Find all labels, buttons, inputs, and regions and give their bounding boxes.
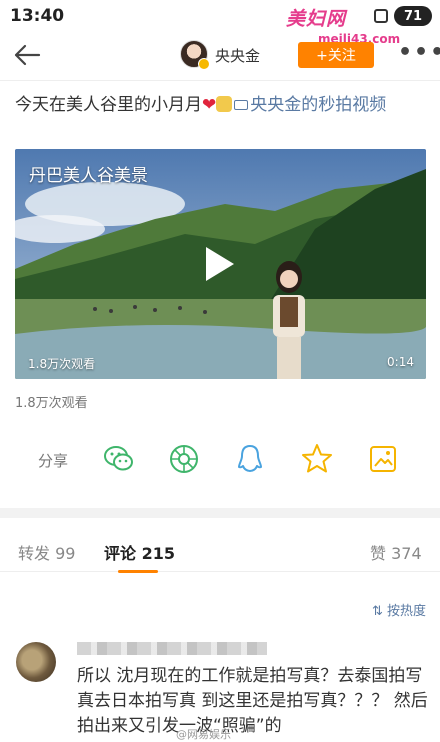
tab-likes-label: 赞 bbox=[370, 544, 387, 563]
share-label: 分享 bbox=[38, 452, 69, 470]
engagement-tabs: 转发 99 评论 215 赞 374 bbox=[0, 518, 440, 573]
video-duration: 0:14 bbox=[387, 355, 414, 369]
vibrate-icon bbox=[374, 9, 388, 23]
tab-comments[interactable]: 评论 215 bbox=[104, 540, 175, 564]
sort-label: 按热度 bbox=[386, 604, 426, 619]
moments-icon[interactable] bbox=[167, 442, 201, 476]
qq-icon[interactable] bbox=[233, 442, 267, 476]
tab-comments-label: 评论 bbox=[104, 544, 137, 563]
verified-badge-icon bbox=[198, 58, 210, 70]
top-nav: 央央金 +关注 ••• bbox=[0, 32, 440, 78]
tab-comments-count: 215 bbox=[141, 544, 175, 563]
qzone-icon[interactable] bbox=[300, 442, 334, 476]
video-player[interactable]: 丹巴美人谷美景 1.8万次观看 0:14 bbox=[15, 149, 426, 379]
tab-repost[interactable]: 转发 99 bbox=[18, 540, 75, 564]
save-image-icon[interactable] bbox=[366, 442, 400, 476]
video-link[interactable]: 央央金的秒拍视频 bbox=[250, 95, 386, 115]
heart-emoji: ❤ bbox=[202, 95, 217, 115]
watermark-logo: 美妇网 bbox=[286, 8, 347, 30]
post-text: 今天在美人谷里的小月月❤ 央央金的秒拍视频 bbox=[15, 92, 427, 118]
views-count: 1.8万次观看 bbox=[15, 396, 88, 411]
sort-by-hot-button[interactable]: ⇅ 按热度 bbox=[372, 600, 426, 619]
tab-repost-count: 99 bbox=[55, 544, 76, 563]
status-bar: 13:40 71 bbox=[0, 0, 440, 32]
commenter-avatar[interactable] bbox=[16, 642, 56, 682]
section-divider bbox=[0, 508, 440, 518]
video-view-count: 1.8万次观看 bbox=[28, 357, 96, 371]
follow-button[interactable]: +关注 bbox=[298, 42, 374, 68]
active-tab-indicator bbox=[118, 570, 158, 573]
sort-icon: ⇅ bbox=[371, 604, 383, 619]
bottom-watermark: @网易娱乐 bbox=[176, 728, 231, 741]
tab-likes[interactable]: 赞 374 bbox=[370, 540, 422, 564]
back-arrow-icon[interactable] bbox=[12, 40, 42, 70]
battery-icon: 71 bbox=[394, 6, 432, 26]
author-name[interactable]: 央央金 bbox=[215, 45, 260, 66]
wechat-icon[interactable] bbox=[102, 442, 136, 476]
share-row: 分享 bbox=[0, 438, 440, 482]
comment-text: 所以 沈月现在的工作就是拍写真？去泰国拍写真去日本拍写真 到这里还是拍写真？？？… bbox=[77, 666, 428, 736]
video-title: 丹巴美人谷美景 bbox=[29, 166, 148, 186]
tab-likes-count: 374 bbox=[391, 544, 422, 563]
thumbs-up-emoji-icon bbox=[216, 96, 233, 112]
play-icon[interactable] bbox=[206, 247, 234, 281]
commenter-name-redacted bbox=[77, 642, 267, 655]
status-time: 13:40 bbox=[10, 6, 65, 26]
tab-repost-label: 转发 bbox=[18, 544, 51, 563]
post-body: 今天在美人谷里的小月月 bbox=[15, 95, 202, 115]
status-icons: 71 bbox=[374, 6, 432, 26]
nav-divider bbox=[0, 80, 440, 81]
more-options-icon[interactable]: ••• bbox=[398, 40, 440, 65]
video-link-icon bbox=[234, 100, 249, 110]
author-avatar[interactable] bbox=[180, 40, 210, 70]
